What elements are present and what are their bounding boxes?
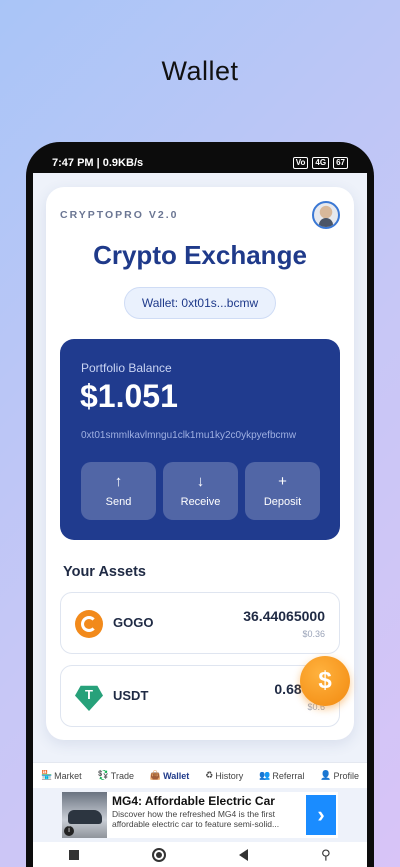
referral-icon: 👥: [259, 770, 271, 780]
deposit-label: Deposit: [263, 496, 302, 508]
send-label: Send: [105, 496, 132, 508]
nav-referral[interactable]: 👥 Referral: [259, 770, 304, 781]
asset-symbol: USDT: [113, 688, 149, 703]
wallet-icon: 👜: [149, 770, 162, 780]
volte-icon: Vo: [292, 157, 309, 169]
home-icon[interactable]: [152, 847, 167, 862]
assets-heading: Your Assets: [63, 564, 146, 580]
receive-label: Receive: [180, 496, 221, 508]
ad-title: MG4: Affordable Electric Car: [112, 794, 275, 808]
plus-icon: +: [278, 473, 287, 490]
nav-label: Referral: [272, 770, 305, 781]
ad-body: Discover how the refreshed MG4 is the fi…: [112, 809, 280, 829]
portfolio-label: Portfolio Balance: [81, 361, 172, 375]
nav-label: Market: [54, 770, 82, 781]
bottom-nav: 🏪 Market 💱 Trade 👜 Wallet ♻ History 👥 Re…: [33, 762, 367, 788]
receive-button[interactable]: ↓ Receive: [163, 462, 238, 520]
nav-trade[interactable]: 💱 Trade: [98, 770, 134, 781]
ad-banner[interactable]: i MG4: Affordable Electric Car Discover …: [62, 792, 338, 838]
asset-fiat-value: $0.36: [302, 629, 325, 639]
trade-icon: 💱: [97, 770, 109, 780]
nav-market[interactable]: 🏪 Market: [41, 770, 82, 781]
network-icon: 4G: [312, 157, 330, 169]
dollar-fab-button[interactable]: $: [300, 656, 350, 706]
status-icons: Vo 4G 67: [292, 157, 348, 169]
deposit-button[interactable]: + Deposit: [245, 462, 320, 520]
asset-row-gogo[interactable]: GOGO 36.44065000 $0.36: [60, 592, 340, 654]
recents-icon[interactable]: [69, 849, 80, 860]
battery-icon: 67: [333, 157, 348, 169]
tether-icon: [75, 685, 103, 711]
ad-info-icon[interactable]: i: [64, 826, 74, 836]
market-icon: 🏪: [40, 770, 53, 780]
status-time-speed: 7:47 PM | 0.9KB/s: [52, 157, 144, 169]
send-button[interactable]: ↑ Send: [81, 462, 156, 520]
nav-wallet[interactable]: 👜 Wallet: [150, 770, 189, 781]
wallet-address: 0xt01smmlkavlmngu1clk1mu1ky2c0ykpyefbcmw: [81, 430, 297, 441]
profile-icon: 👤: [320, 770, 332, 780]
brand-label: CRYPTOPRO V2.0: [60, 209, 179, 221]
arrow-down-icon: ↓: [196, 473, 205, 490]
nav-profile[interactable]: 👤 Profile: [320, 770, 359, 781]
asset-row-usdt[interactable]: USDT 0.68682 $0.6: [60, 665, 340, 727]
portfolio-balance: $1.051: [80, 378, 178, 414]
page-title: Crypto Exchange: [93, 240, 307, 270]
arrow-up-icon: ↑: [114, 473, 123, 490]
asset-symbol: GOGO: [113, 615, 154, 630]
asset-amount: 36.44065000: [243, 608, 325, 624]
wallet-address-pill[interactable]: Wallet: 0xt01s...bcmw: [124, 287, 276, 319]
promo-title: Wallet: [161, 56, 239, 86]
status-bar: 7:47 PM | 0.9KB/s Vo 4G 67: [26, 152, 374, 174]
gogo-coin-icon: [75, 610, 103, 638]
nav-label: Wallet: [163, 770, 190, 781]
avatar[interactable]: [312, 201, 340, 229]
back-icon[interactable]: [239, 848, 249, 861]
system-nav-bar: ⚲: [33, 842, 367, 867]
nav-label: Trade: [110, 770, 134, 781]
accessibility-icon[interactable]: ⚲: [321, 848, 331, 861]
nav-label: Profile: [333, 770, 359, 781]
nav-history[interactable]: ♻ History: [205, 770, 243, 781]
chevron-right-icon[interactable]: ›: [306, 795, 336, 835]
history-icon: ♻: [205, 770, 214, 780]
nav-label: History: [215, 770, 244, 781]
